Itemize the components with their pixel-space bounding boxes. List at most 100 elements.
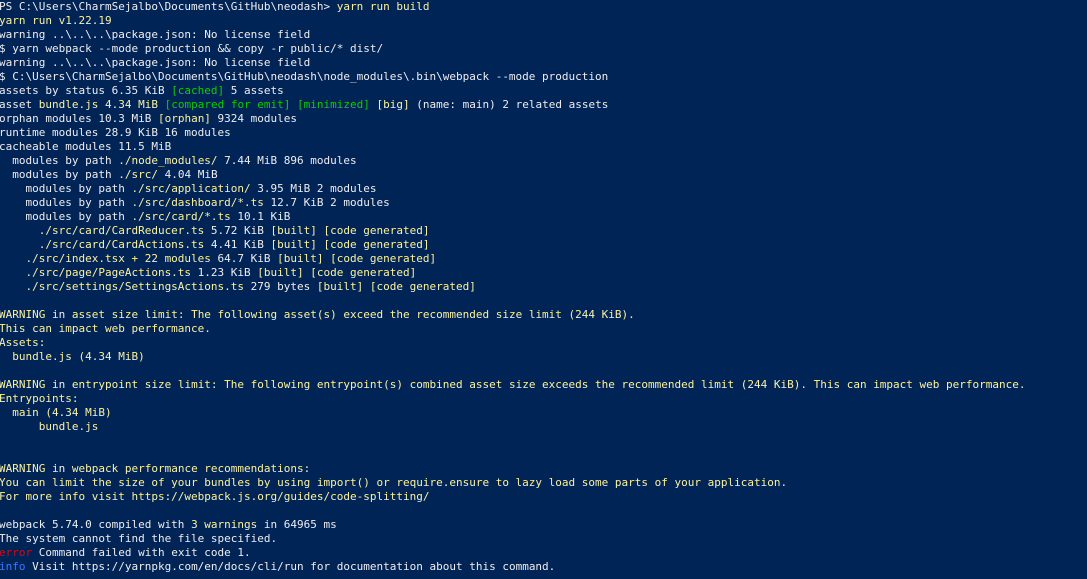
terminal-text: Assets: [0, 336, 46, 349]
terminal-text: ./src/settings/SettingsActions.ts [0, 280, 245, 293]
terminal-text: 1.23 KiB [191, 266, 258, 279]
terminal-line: yarn run v1.22.19 [0, 14, 1086, 28]
terminal-text: entrypoint size limit: The following ent… [71, 378, 1026, 391]
terminal-line: error Command failed with exit code 1. [0, 546, 1086, 560]
terminal-text: [built] [code generated] [270, 238, 430, 251]
terminal-line: ./src/card/CardReducer.ts 5.72 KiB [buil… [0, 224, 1086, 238]
terminal-text: ./src/card/CardActions.ts [0, 238, 205, 251]
terminal-text: yarn run build [336, 0, 430, 13]
terminal-line: Assets: [0, 336, 1086, 350]
terminal-line: assets by status 6.35 KiB [cached] 5 ass… [0, 84, 1086, 98]
terminal-line: ./src/card/CardActions.ts 4.41 KiB [buil… [0, 238, 1086, 252]
terminal-line: The system cannot find the file specifie… [0, 532, 1086, 546]
terminal-text: runtime modules 28.9 KiB 16 modules [0, 126, 231, 139]
terminal-text: WARNING [0, 378, 46, 391]
terminal-line: cacheable modules 11.5 MiB [0, 140, 1086, 154]
terminal-text: The system cannot find the file specifie… [0, 532, 278, 545]
terminal-text: asset size limit: The following asset(s)… [71, 308, 635, 321]
terminal-text: PS C:\Users\CharmSejalbo\Documents\GitHu… [0, 0, 337, 13]
terminal-text: ./src/dashboard/*.ts [131, 196, 264, 209]
terminal-line: Entrypoints: [0, 392, 1086, 406]
terminal-text: WARNING [0, 308, 46, 321]
terminal-text: ./src/application/ [131, 182, 251, 195]
terminal-text: ./src/card/*.ts [131, 210, 231, 223]
terminal-line: For more info visit https://webpack.js.o… [0, 490, 1086, 504]
terminal-text: [built] [code generated] [270, 224, 430, 237]
terminal-text: 279 bytes [244, 280, 317, 293]
terminal-text: ./node_modules/ [118, 154, 218, 167]
terminal-text: 10.1 KiB [230, 210, 291, 223]
terminal-text: 5.72 KiB [204, 224, 271, 237]
terminal-text: [built] [code generated] [277, 252, 437, 265]
terminal-line: warning ..\..\..\package.json: No licens… [0, 28, 1086, 42]
terminal-line: $ yarn webpack --mode production && copy… [0, 42, 1086, 56]
terminal-line: modules by path ./src/card/*.ts 10.1 KiB [0, 210, 1086, 224]
terminal-text: $ yarn webpack --mode production && copy… [0, 42, 384, 55]
terminal-text: modules by path [0, 196, 132, 209]
terminal-text: in 64965 ms [257, 518, 337, 531]
terminal-text: warning ..\..\..\package.json: No licens… [0, 56, 311, 69]
terminal-line: PS C:\Users\CharmSejalbo\Documents\GitHu… [0, 0, 1086, 14]
terminal-text: [built] [code generated] [316, 280, 476, 293]
terminal-text: [orphan] [157, 112, 211, 125]
terminal-text: webpack 5.74.0 compiled with [0, 518, 192, 531]
terminal-line: webpack 5.74.0 compiled with 3 warnings … [0, 518, 1086, 532]
terminal-text: 3.95 MiB 2 modules [250, 182, 377, 195]
terminal-text: cacheable modules 11.5 MiB [0, 140, 172, 153]
terminal-text: main (4.34 MiB) [0, 406, 112, 419]
terminal-text: [minimized] [297, 98, 370, 111]
terminal-text: WARNING [0, 462, 46, 475]
terminal-text: ./src/index.tsx + 22 modules [0, 252, 211, 265]
terminal-line: WARNING in asset size limit: The followi… [0, 308, 1086, 322]
terminal-text: 4.41 KiB [204, 238, 271, 251]
terminal-text: ./src/card/CardReducer.ts [0, 224, 205, 237]
terminal-text: error [0, 546, 33, 559]
terminal-text: yarn run v1.22.19 [0, 14, 112, 27]
terminal-line: bundle.js [0, 420, 1086, 434]
terminal-text: 5 assets [224, 84, 284, 97]
terminal-text: Visit https://yarnpkg.com/en/docs/cli/ru… [25, 560, 556, 573]
terminal-output[interactable]: PS C:\Users\CharmSejalbo\Documents\GitHu… [0, 0, 1087, 579]
terminal-line: main (4.34 MiB) [0, 406, 1086, 420]
terminal-text: info [0, 560, 26, 573]
terminal-line: ./src/settings/SettingsActions.ts 279 by… [0, 280, 1086, 294]
terminal-line: bundle.js (4.34 MiB) [0, 350, 1086, 364]
terminal-line: ./src/page/PageActions.ts 1.23 KiB [buil… [0, 266, 1086, 280]
terminal-line: You can limit the size of your bundles b… [0, 476, 1086, 490]
terminal-text: 3 warnings [191, 518, 258, 531]
terminal-text: asset [0, 98, 39, 111]
terminal-line: asset bundle.js 4.34 MiB [compared for e… [0, 98, 1086, 112]
terminal-text: $ C:\Users\CharmSejalbo\Documents\GitHub… [0, 70, 609, 83]
terminal-text: 64.7 KiB [210, 252, 278, 265]
terminal-text: assets by status 6.35 KiB [0, 84, 172, 97]
terminal-line: WARNING in webpack performance recommend… [0, 462, 1086, 476]
terminal-text: [built] [code generated] [257, 266, 417, 279]
terminal-text: (name: main) 2 related assets [409, 98, 609, 111]
terminal-text: modules by path [0, 154, 119, 167]
terminal-line: warning ..\..\..\package.json: No licens… [0, 56, 1086, 70]
terminal-text: Entrypoints: [0, 392, 79, 405]
terminal-text: 7.44 MiB 896 modules [217, 154, 357, 167]
terminal-text: in [45, 462, 72, 475]
terminal-text: modules by path [0, 168, 119, 181]
terminal-line: modules by path ./src/application/ 3.95 … [0, 182, 1086, 196]
terminal-text: 9324 modules [210, 112, 298, 125]
terminal-text: You can limit the size of your bundles b… [0, 476, 788, 489]
terminal-line: This can impact web performance. [0, 322, 1086, 336]
terminal-text: bundle.js (4.34 MiB) [0, 350, 145, 363]
terminal-text: This can impact web performance. [0, 322, 211, 335]
terminal-text: 4.04 MiB [157, 168, 218, 181]
terminal-line: modules by path ./node_modules/ 7.44 MiB… [0, 154, 1086, 168]
terminal-text: orphan modules 10.3 MiB [0, 112, 158, 125]
terminal-line: $ C:\Users\CharmSejalbo\Documents\GitHub… [0, 70, 1086, 84]
terminal-text: [cached] [171, 84, 225, 97]
terminal-text: [compared for emit] [164, 98, 291, 111]
terminal-text: Command failed with exit code 1. [32, 546, 251, 559]
terminal-text: [big] [376, 98, 410, 111]
terminal-line: orphan modules 10.3 MiB [orphan] 9324 mo… [0, 112, 1086, 126]
